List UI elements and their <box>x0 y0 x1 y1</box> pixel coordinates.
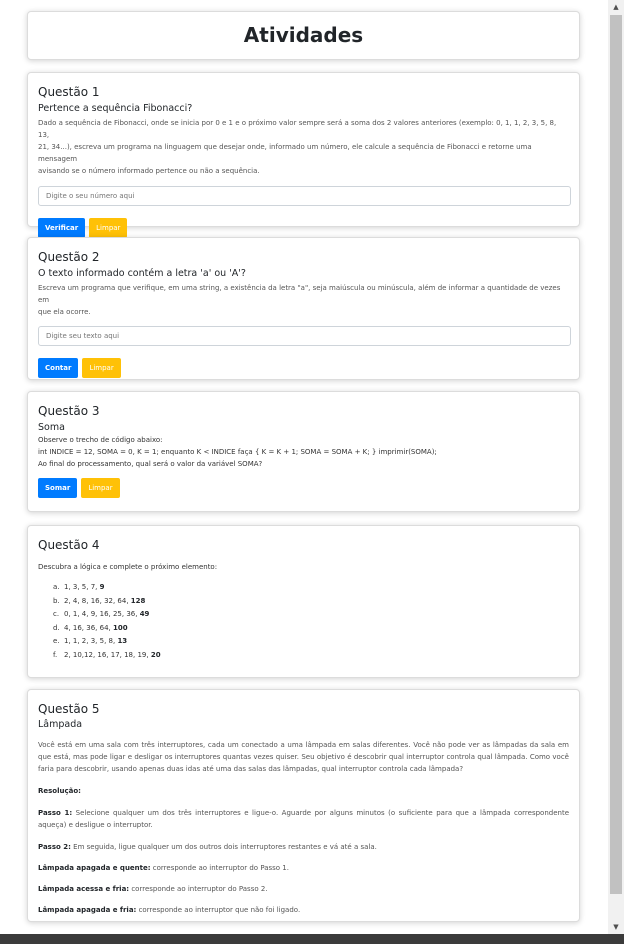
clear-button[interactable]: Limpar <box>82 358 121 378</box>
page-title: Atividades <box>243 23 364 47</box>
result-2: Lâmpada acessa e fria: corresponde ao in… <box>38 885 268 893</box>
description-line: que ela ocorre. <box>38 308 91 316</box>
question-3-subtitle: Soma <box>38 422 65 433</box>
clear-button[interactable]: Limpar <box>89 218 128 238</box>
step-2: Passo 2: Em seguida, ligue qualquer um d… <box>38 843 377 851</box>
sum-button[interactable]: Somar <box>38 478 78 498</box>
question-2-card: Questão 2 O texto informado contém a let… <box>27 237 580 380</box>
question-1-card: Questão 1 Pertence a sequência Fibonacci… <box>27 72 580 238</box>
count-button[interactable]: Contar <box>38 358 79 378</box>
question-1-subtitle: Pertence a sequência Fibonacci? <box>38 103 193 114</box>
question-3-buttons: Somar Limpar <box>38 478 569 498</box>
list-item: d. 4, 16, 36, 64, 100 <box>53 623 128 632</box>
list-item: f. 2, 10,12, 16, 17, 18, 19, 20 <box>53 650 161 659</box>
question-5-card: Questão 5 Lâmpada Você está em uma sala … <box>27 689 580 922</box>
list-item: e. 1, 1, 2, 3, 5, 8, 13 <box>53 637 128 645</box>
question-2-title: Questão 2 <box>38 250 100 264</box>
question-3-card: Questão 3 Soma Observe o trecho de códig… <box>27 391 580 512</box>
clear-button[interactable]: Limpar <box>81 478 120 498</box>
description-line: avisando se o número informado pertence … <box>38 167 260 175</box>
question-5-title: Questão 5 <box>38 702 100 716</box>
question-4-intro: Descubra a lógica e complete o próximo e… <box>38 563 218 571</box>
description-line: Ao final do processamento, qual será o v… <box>38 460 263 468</box>
question-2-buttons: Contar Limpar <box>38 358 569 378</box>
verify-button[interactable]: Verificar <box>38 218 86 238</box>
code-snippet: int INDICE = 12, SOMA = 0, K = 1; enquan… <box>38 448 437 456</box>
scroll-up-icon[interactable]: ▲ <box>608 0 624 14</box>
question-1-title: Questão 1 <box>38 85 100 99</box>
question-1-description: Dado a sequência de Fibonacci, onde se i… <box>38 117 569 177</box>
result-3: Lâmpada apagada e fria: corresponde ao i… <box>38 906 301 914</box>
text-input[interactable] <box>38 326 571 346</box>
scroll-down-icon[interactable]: ▼ <box>608 920 624 934</box>
description-line: Dado a sequência de Fibonacci, onde se i… <box>38 119 557 139</box>
question-5-intro: Você está em uma sala com três interrupt… <box>38 741 569 773</box>
question-5-subtitle: Lâmpada <box>38 719 83 730</box>
fibonacci-number-input[interactable] <box>38 186 571 206</box>
description-line: Escreva um programa que verifique, em um… <box>38 284 561 304</box>
page-viewport: Atividades Questão 1 Pertence a sequênci… <box>0 0 608 934</box>
question-3-title: Questão 3 <box>38 404 100 418</box>
question-3-description: Observe o trecho de código abaixo: int I… <box>38 434 569 470</box>
header-card: Atividades <box>27 11 580 60</box>
question-2-description: Escreva um programa que verifique, em um… <box>38 282 569 318</box>
result-1: Lâmpada apagada e quente: corresponde ao… <box>38 864 289 872</box>
step-1: Passo 1: Selecione qualquer um dos três … <box>38 809 570 829</box>
question-4-card: Questão 4 Descubra a lógica e complete o… <box>27 525 580 678</box>
bottom-bar <box>0 934 624 944</box>
question-4-title: Questão 4 <box>38 538 100 552</box>
resolution-heading: Resolução: <box>38 787 81 795</box>
sequence-list: a. 1, 3, 5, 7, 9 b. 2, 4, 8, 16, 32, 64, 1… <box>38 581 569 662</box>
vertical-scrollbar[interactable]: ▲ ▼ <box>608 0 624 934</box>
description-line: 21, 34...), escreva um programa na lingu… <box>38 143 532 163</box>
description-line: Observe o trecho de código abaixo: <box>38 436 163 444</box>
list-item: c. 0, 1, 4, 9, 16, 25, 36, 49 <box>53 610 150 618</box>
question-1-buttons: Verificar Limpar <box>38 218 569 238</box>
scrollbar-thumb[interactable] <box>610 15 622 894</box>
question-2-subtitle: O texto informado contém a letra 'a' ou … <box>38 268 246 279</box>
list-item: a. 1, 3, 5, 7, 9 <box>53 583 105 591</box>
list-item: b. 2, 4, 8, 16, 32, 64, 128 <box>53 596 146 605</box>
